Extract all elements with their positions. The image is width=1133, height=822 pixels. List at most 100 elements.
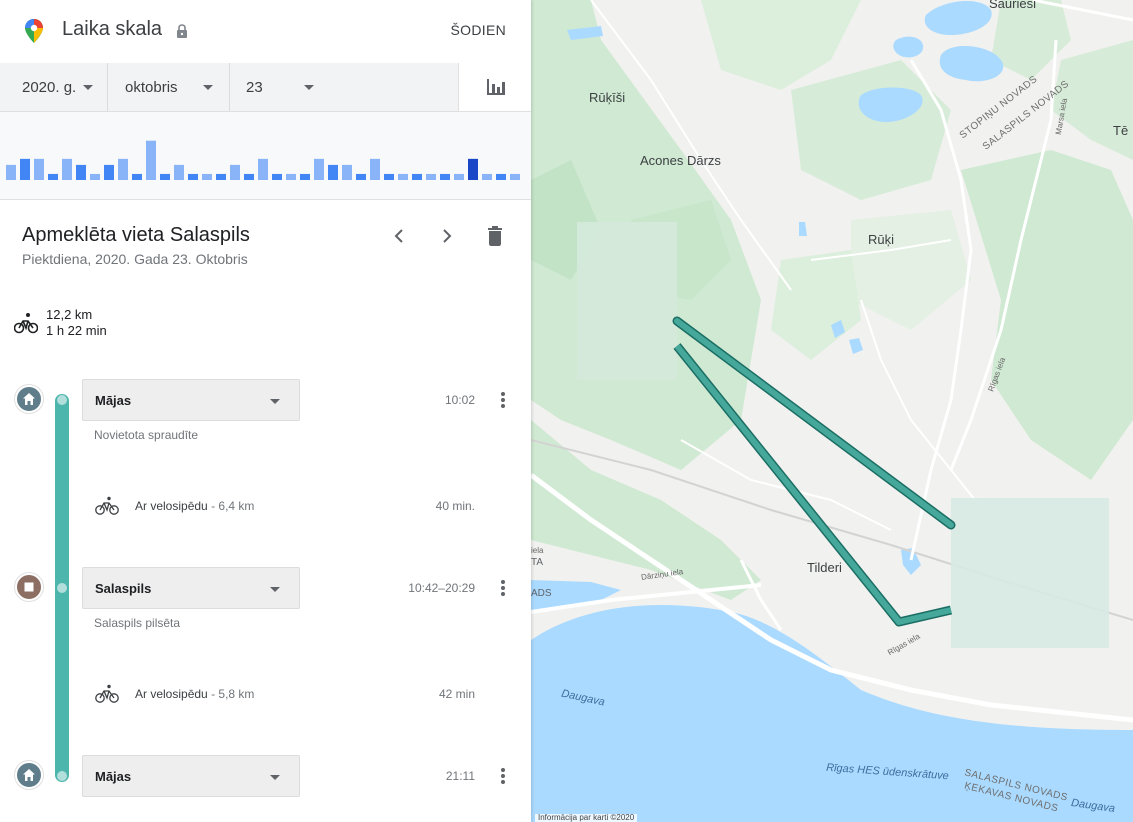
timeline-app: Sauriesi Rūķīši Acones Dārzs Rūķi Tilder…: [0, 0, 1133, 822]
histogram-bar[interactable]: [188, 173, 198, 180]
bicycle-icon: [95, 496, 119, 515]
histogram-bar[interactable]: [6, 164, 16, 180]
histogram-bar[interactable]: [300, 173, 310, 180]
place-dropdown[interactable]: Salaspils: [82, 567, 300, 609]
page-title: Laika skala: [62, 18, 163, 40]
histogram-bar[interactable]: [132, 173, 142, 180]
map-label-rukisi: Rūķīši: [589, 90, 626, 105]
histogram-bar[interactable]: [398, 173, 408, 180]
activity-duration: 42 min: [438, 687, 475, 701]
map-label-ta: TA: [531, 557, 544, 568]
map-canvas[interactable]: [531, 0, 1133, 822]
histogram-bar[interactable]: [244, 173, 254, 180]
map-label-ads: ADS: [531, 588, 552, 599]
histogram-bar[interactable]: [342, 164, 352, 180]
timeline-panel: Laika skala ŠODIEN 2020. g. oktobris 23: [0, 0, 531, 822]
histogram-bar[interactable]: [384, 173, 394, 180]
histogram-bar[interactable]: [160, 173, 170, 180]
place-name: Salaspils: [95, 581, 152, 596]
histogram-bar[interactable]: [356, 173, 366, 180]
histogram-bar[interactable]: [202, 173, 212, 180]
maps-logo-icon: [25, 19, 43, 43]
chevron-down-icon: [83, 85, 93, 90]
delete-icon[interactable]: [483, 224, 507, 248]
map-attribution[interactable]: Informācija par karti ©2020: [535, 814, 638, 822]
day-histogram[interactable]: [0, 112, 531, 200]
place-dropdown[interactable]: Mājas: [82, 379, 300, 421]
histogram-bar[interactable]: [468, 158, 478, 180]
activity-duration: 40 min.: [435, 499, 475, 513]
histogram-bar[interactable]: [482, 173, 492, 180]
previous-day-button[interactable]: [387, 224, 411, 248]
histogram-bar[interactable]: [412, 173, 422, 180]
histogram-bar[interactable]: [62, 158, 72, 180]
histogram-bar[interactable]: [174, 164, 184, 180]
histogram-bar[interactable]: [272, 173, 282, 180]
bicycle-icon: [14, 313, 38, 334]
stats-button[interactable]: [458, 63, 531, 111]
histogram-bar[interactable]: [118, 158, 128, 180]
home-marker: [15, 761, 43, 789]
place-dropdown[interactable]: Mājas: [82, 755, 300, 797]
histogram-bar[interactable]: [314, 158, 324, 180]
histogram-bar[interactable]: [510, 173, 520, 180]
timeline-dot: [57, 771, 67, 781]
chevron-down-icon: [304, 85, 314, 90]
histogram-bar[interactable]: [426, 173, 436, 180]
visit-title: Apmeklēta vieta Salaspils: [22, 224, 250, 246]
activity-type: Ar velosipēdu: [135, 499, 208, 513]
day-dropdown[interactable]: 23: [230, 63, 330, 111]
more-options-button[interactable]: [496, 390, 510, 410]
place-name: Mājas: [95, 769, 132, 784]
next-day-button[interactable]: [435, 224, 459, 248]
place-subtitle: Novietota spraudīte: [94, 428, 199, 442]
visit-date: Piektdiena, 2020. Gada 23. Oktobris: [22, 251, 248, 267]
map-label-tilderi: Tilderi: [807, 560, 842, 575]
histogram-bar[interactable]: [76, 164, 86, 180]
total-duration: 1 h 22 min: [46, 323, 107, 338]
stop-icon: [24, 582, 34, 592]
day-value: 23: [246, 78, 263, 96]
histogram-bar[interactable]: [286, 173, 296, 180]
place-time: 21:11: [445, 769, 475, 783]
home-icon: [23, 769, 35, 781]
chevron-down-icon: [270, 399, 280, 404]
chevron-down-icon: [270, 775, 280, 780]
home-icon: [23, 393, 35, 405]
map-label-iela: iela: [531, 546, 544, 555]
histogram-chart[interactable]: [0, 112, 531, 200]
activity-type: Ar velosipēdu: [135, 687, 208, 701]
histogram-bar[interactable]: [146, 140, 156, 180]
histogram-bar[interactable]: [230, 164, 240, 180]
histogram-bar[interactable]: [48, 173, 58, 180]
month-value: oktobris: [125, 78, 178, 96]
histogram-bar[interactable]: [454, 173, 464, 180]
date-selector: 2020. g. oktobris 23: [0, 63, 531, 112]
map-label-ruki: Rūķi: [868, 232, 895, 247]
histogram-bar[interactable]: [216, 173, 226, 180]
activity-label[interactable]: Ar velosipēdu - 5,8 km: [135, 687, 254, 701]
histogram-bar[interactable]: [370, 158, 380, 180]
more-options-button[interactable]: [496, 578, 510, 598]
histogram-bar[interactable]: [20, 158, 30, 180]
home-marker: [15, 385, 43, 413]
histogram-bar[interactable]: [440, 173, 450, 180]
place-name: Mājas: [95, 393, 132, 408]
activity-distance: - 5,8 km: [211, 687, 255, 701]
chevron-down-icon: [203, 85, 213, 90]
today-button[interactable]: ŠODIEN: [451, 22, 506, 38]
histogram-bar[interactable]: [34, 158, 44, 180]
timeline-dot: [57, 395, 67, 405]
more-options-button[interactable]: [496, 766, 510, 786]
stop-marker: [15, 573, 43, 601]
histogram-bar[interactable]: [258, 158, 268, 180]
activity-label[interactable]: Ar velosipēdu - 6,4 km: [135, 499, 254, 513]
month-dropdown[interactable]: oktobris: [108, 63, 230, 111]
histogram-bar[interactable]: [328, 164, 338, 180]
histogram-bar[interactable]: [90, 173, 100, 180]
map-label-sauriesi: Sauriesi: [989, 0, 1036, 11]
histogram-bar[interactable]: [104, 164, 114, 180]
year-dropdown[interactable]: 2020. g.: [22, 63, 108, 111]
histogram-bar[interactable]: [496, 173, 506, 180]
map-view[interactable]: Sauriesi Rūķīši Acones Dārzs Rūķi Tilder…: [531, 0, 1133, 822]
